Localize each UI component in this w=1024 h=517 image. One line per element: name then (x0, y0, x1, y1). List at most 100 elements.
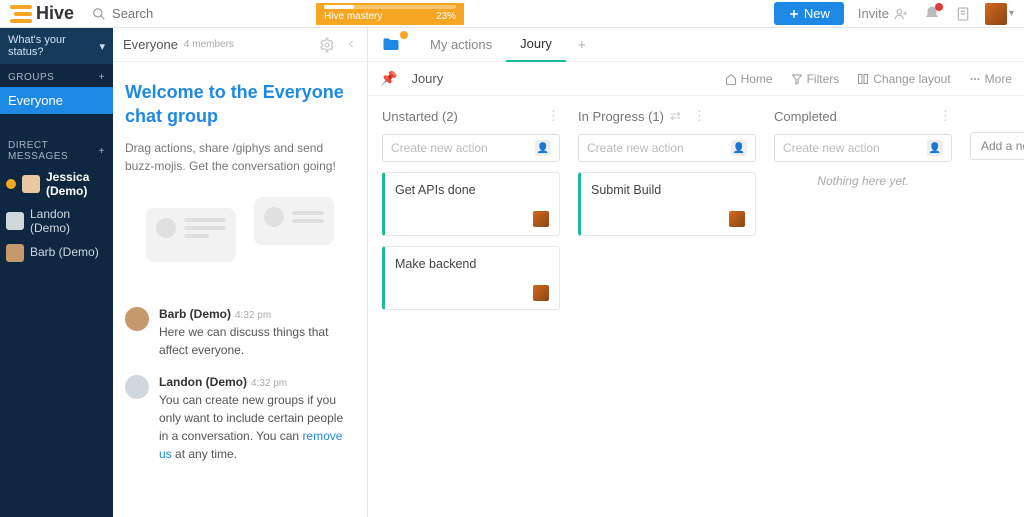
assignee-icon[interactable]: 👤 (731, 140, 747, 156)
search-icon (92, 7, 106, 21)
dm-header: DIRECT MESSAGES + (0, 132, 113, 166)
left-sidebar: What's your status? ▾ GROUPS + Everyone … (0, 28, 113, 517)
column-title: Completed (774, 109, 837, 124)
placeholder-text: Create new action (587, 141, 684, 155)
notes-button[interactable] (955, 5, 971, 23)
filter-icon (791, 73, 803, 85)
welcome-text: Drag actions, share /giphys and send buz… (125, 139, 355, 175)
message-text: at any time. (172, 447, 237, 461)
placeholder-text: Create new action (391, 141, 488, 155)
dm-item-barb[interactable]: Barb (Demo) (0, 240, 113, 266)
board-toolbar: 📌 Joury Home Filters Change layout More (368, 62, 1024, 96)
board-name: Joury (411, 71, 443, 86)
message-time: 4:32 pm (235, 310, 271, 321)
invite-link[interactable]: Invite (858, 6, 909, 21)
groups-header: GROUPS + (0, 64, 113, 87)
chevron-down-icon: ▾ (1009, 8, 1014, 19)
home-icon (725, 73, 737, 85)
sidebar-item-label: Everyone (8, 93, 63, 108)
invite-label: Invite (858, 6, 889, 21)
create-action-input[interactable]: Create new action 👤 (382, 134, 560, 162)
change-layout-button[interactable]: Change layout (857, 72, 950, 86)
column-unstarted: Unstarted (2) ⋮ Create new action 👤 Get … (382, 108, 560, 505)
chat-message: Barb (Demo)4:32 pm Here we can discuss t… (125, 305, 355, 359)
search-input[interactable] (112, 6, 262, 21)
status-prompt-text: What's your status? (8, 34, 99, 58)
create-action-input[interactable]: Create new action 👤 (578, 134, 756, 162)
chat-placeholder-illustration (125, 189, 355, 281)
tab-joury[interactable]: Joury (506, 28, 566, 62)
status-prompt[interactable]: What's your status? ▾ (0, 28, 113, 64)
mastery-badge[interactable]: Hive mastery 23% (316, 3, 464, 25)
action-card[interactable]: Submit Build (578, 172, 756, 236)
more-icon (969, 73, 981, 85)
plus-icon (788, 8, 800, 20)
dm-item-landon[interactable]: Landon (Demo) (0, 203, 113, 240)
action-card[interactable]: Make backend (382, 246, 560, 310)
column-menu-button[interactable]: ⋮ (547, 108, 560, 124)
toolbar-label: More (985, 72, 1012, 86)
assignee-icon[interactable]: 👤 (535, 140, 551, 156)
board-area: My actions Joury + 📌 Joury Home Filters … (368, 28, 1024, 517)
sidebar-group-everyone[interactable]: Everyone (0, 87, 113, 114)
add-dm-button[interactable]: + (99, 146, 105, 157)
status-dot-icon (6, 179, 16, 189)
tab-my-actions[interactable]: My actions (416, 28, 506, 62)
card-assignee-avatar (533, 285, 549, 301)
gear-icon[interactable] (319, 37, 335, 53)
add-column-label: Add a new (981, 139, 1024, 153)
board-tabs: My actions Joury + (368, 28, 1024, 62)
card-assignee-avatar (729, 211, 745, 227)
add-group-button[interactable]: + (99, 72, 105, 83)
search-wrap[interactable] (92, 6, 282, 21)
message-time: 4:32 pm (251, 378, 287, 389)
mastery-pct: 23% (436, 11, 456, 22)
mastery-bar (324, 5, 456, 9)
projects-folder-button[interactable] (378, 35, 404, 55)
brand-name: Hive (36, 3, 74, 24)
assignee-icon[interactable]: 👤 (927, 140, 943, 156)
dm-name: Barb (Demo) (30, 245, 99, 259)
chat-title: Everyone (123, 37, 178, 52)
chat-members: 4 members (184, 39, 234, 50)
collapse-icon[interactable] (345, 37, 357, 51)
folder-notification-dot (400, 31, 408, 39)
pin-icon[interactable]: 📌 (380, 70, 397, 87)
chevron-down-icon: ▾ (99, 40, 105, 53)
home-button[interactable]: Home (725, 72, 773, 86)
create-action-input[interactable]: Create new action 👤 (774, 134, 952, 162)
add-column-button[interactable]: Add a new (970, 132, 1024, 160)
column-menu-button[interactable]: ⋮ (693, 108, 706, 124)
notifications-button[interactable] (923, 5, 941, 23)
user-menu[interactable]: ▾ (985, 3, 1014, 25)
card-title: Submit Build (591, 183, 745, 197)
add-tab-button[interactable]: + (566, 37, 598, 52)
brand-logo[interactable]: Hive (10, 3, 74, 24)
more-button[interactable]: More (969, 72, 1012, 86)
new-button[interactable]: New (774, 2, 844, 25)
message-text: Here we can discuss things that affect e… (159, 325, 328, 357)
document-icon (955, 5, 971, 23)
app-header: Hive Hive mastery 23% New Invite ▾ (0, 0, 1024, 28)
swap-icon[interactable]: ⇄ (670, 108, 681, 124)
layout-icon (857, 73, 869, 85)
mastery-label: Hive mastery (324, 11, 382, 22)
tab-label: Joury (520, 36, 552, 51)
avatar (6, 244, 24, 262)
avatar (125, 307, 149, 331)
filters-button[interactable]: Filters (791, 72, 840, 86)
card-title: Get APIs done (395, 183, 549, 197)
notification-dot (935, 3, 943, 11)
dm-name: Landon (Demo) (30, 207, 107, 236)
column-in-progress: In Progress (1) ⇄ ⋮ Create new action 👤 … (578, 108, 756, 505)
chat-panel: Everyone 4 members Welcome to the Everyo… (113, 28, 368, 517)
avatar (125, 375, 149, 399)
chat-message: Landon (Demo)4:32 pm You can create new … (125, 373, 355, 463)
add-user-icon (893, 7, 909, 21)
user-avatar (985, 3, 1007, 25)
column-menu-button[interactable]: ⋮ (939, 108, 952, 124)
board-columns: Unstarted (2) ⋮ Create new action 👤 Get … (368, 96, 1024, 517)
action-card[interactable]: Get APIs done (382, 172, 560, 236)
hive-logo-icon (10, 5, 32, 23)
dm-item-jessica[interactable]: Jessica (Demo) (0, 166, 113, 203)
